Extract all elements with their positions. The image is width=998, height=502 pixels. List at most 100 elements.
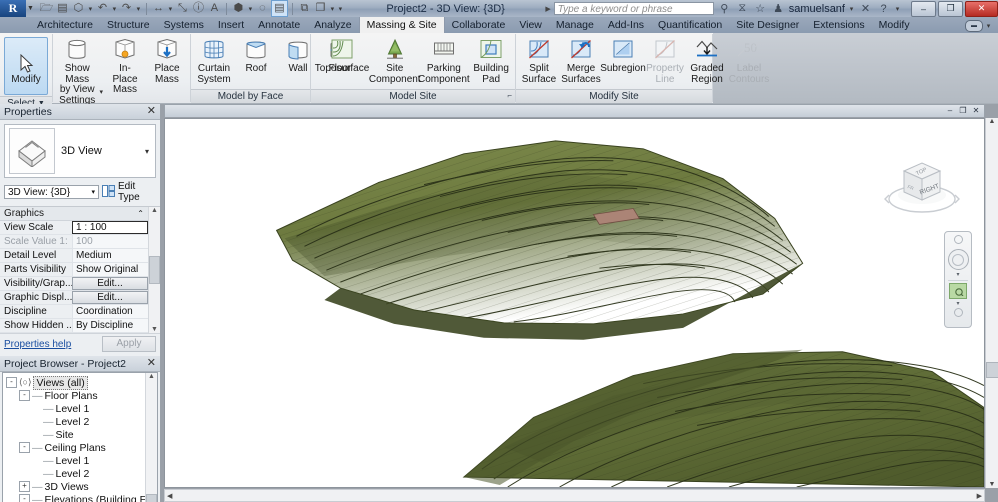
tab-collaborate[interactable]: Collaborate: [445, 18, 513, 33]
tab-manage[interactable]: Manage: [549, 18, 601, 33]
infocenter-expand-icon[interactable]: ▶: [545, 5, 550, 13]
switch-windows-dropdown-icon[interactable]: ▾: [329, 5, 336, 13]
tab-view[interactable]: View: [512, 18, 549, 33]
tab-extensions[interactable]: Extensions: [806, 18, 871, 33]
view-horizontal-scrollbar[interactable]: ◀ ▶: [164, 489, 985, 502]
navigation-bar[interactable]: ▾ ▾: [944, 231, 972, 328]
property-value[interactable]: Medium: [72, 249, 148, 262]
account-dropdown-icon[interactable]: ▾: [848, 5, 855, 13]
tab-structure[interactable]: Structure: [100, 18, 157, 33]
section-icon[interactable]: ◌: [255, 1, 270, 16]
tree-node-ceiling-level-1[interactable]: — Level 1: [6, 454, 157, 467]
measure-dropdown-icon[interactable]: ▾: [167, 5, 174, 13]
close-button[interactable]: ✕: [965, 0, 998, 17]
communication-center-icon[interactable]: ⧖: [735, 2, 750, 15]
tree-node-floor-level-1[interactable]: — Level 1: [6, 402, 157, 415]
view-minimize-button[interactable]: –: [945, 107, 955, 115]
steering-wheel-dropdown-icon[interactable]: ▾: [956, 271, 959, 278]
tab-insert[interactable]: Insert: [211, 18, 251, 33]
properties-help-link[interactable]: Properties help: [4, 339, 71, 350]
view-restore-button[interactable]: ❐: [958, 107, 968, 115]
tree-node-elevations[interactable]: - — Elevations (Building Elevation: [6, 493, 157, 502]
view-cube[interactable]: TOP RIGHT FR: [882, 145, 962, 223]
tree-toggle-icon[interactable]: +: [19, 481, 30, 492]
lower-toposurface[interactable]: [462, 349, 984, 487]
chevron-down-icon[interactable]: ▾: [145, 147, 151, 156]
restore-button[interactable]: ❐: [938, 0, 963, 17]
place-mass-button[interactable]: Place Mass: [146, 36, 188, 85]
properties-group-header[interactable]: Graphics ⌃: [0, 207, 148, 221]
tree-toggle-icon[interactable]: -: [19, 442, 30, 453]
close-icon[interactable]: ✕: [147, 106, 156, 117]
tree-node-3d-views[interactable]: + — 3D Views: [6, 480, 157, 493]
scroll-up-icon[interactable]: ▲: [148, 373, 155, 380]
tab-analyze[interactable]: Analyze: [307, 18, 358, 33]
scrollbar-thumb[interactable]: [985, 362, 998, 378]
aligned-dimension-icon[interactable]: ⤡: [175, 1, 190, 16]
view-type-combo[interactable]: 3D View: {3D} ▾: [4, 185, 99, 199]
property-value[interactable]: By Discipline: [72, 319, 148, 332]
tab-annotate[interactable]: Annotate: [251, 18, 307, 33]
zoom-dropdown-icon[interactable]: ▾: [956, 300, 959, 307]
scrollbar-thumb[interactable]: [146, 494, 157, 502]
tree-toggle-icon[interactable]: -: [19, 494, 30, 502]
tree-node-ceiling-level-2[interactable]: — Level 2: [6, 467, 157, 480]
apply-button[interactable]: Apply: [102, 336, 156, 352]
scroll-left-icon[interactable]: ◀: [165, 492, 172, 500]
parking-component-button[interactable]: Parking Component: [418, 36, 470, 85]
minimize-button[interactable]: –: [911, 0, 936, 17]
site-component-button[interactable]: Site Component: [369, 36, 421, 85]
close-icon[interactable]: ✕: [147, 358, 156, 369]
project-browser-scrollbar[interactable]: ▲ ▼: [145, 373, 157, 502]
tab-architecture[interactable]: Architecture: [30, 18, 100, 33]
property-value[interactable]: Show Original: [72, 263, 148, 276]
scroll-down-icon[interactable]: ▼: [151, 326, 158, 333]
curtain-system-button[interactable]: Curtain System: [193, 36, 235, 85]
open-icon[interactable]: 🗁: [39, 1, 54, 16]
chevron-down-icon[interactable]: ▾: [91, 188, 95, 196]
property-value[interactable]: 1 : 100: [72, 221, 148, 234]
ribbon-display-options[interactable]: ▬ ▾: [965, 18, 998, 33]
scroll-down-icon[interactable]: ▼: [989, 481, 996, 488]
view-vertical-scrollbar[interactable]: ▲ ▼: [985, 118, 998, 488]
property-value-edit-button[interactable]: Edit...: [72, 291, 148, 304]
tab-quantification[interactable]: Quantification: [651, 18, 729, 33]
tree-toggle-icon[interactable]: -: [19, 390, 30, 401]
username-label[interactable]: samuelsanf: [789, 3, 845, 15]
tree-node-site[interactable]: — Site: [6, 428, 157, 441]
qat-overflow-icon[interactable]: ▾: [337, 5, 344, 13]
tree-toggle-icon[interactable]: -: [6, 377, 17, 388]
help-dropdown-icon[interactable]: ▾: [894, 5, 901, 13]
autodesk-exchange-icon[interactable]: ✕: [858, 2, 873, 15]
property-row-show-hidden-lines[interactable]: Show Hidden ... By Discipline: [0, 319, 148, 333]
merge-surfaces-button[interactable]: Merge Surfaces: [560, 36, 602, 85]
text-icon[interactable]: A: [207, 1, 222, 16]
navbar-grip-icon[interactable]: [953, 235, 963, 244]
favorites-star-icon[interactable]: ☆: [753, 2, 768, 15]
ribbon-state-dropdown-icon[interactable]: ▾: [985, 22, 992, 30]
thin-lines-icon[interactable]: ▤: [270, 0, 288, 17]
split-surface-button[interactable]: Split Surface: [518, 36, 560, 85]
property-row-detail-level[interactable]: Detail Level Medium: [0, 249, 148, 263]
close-hidden-windows-icon[interactable]: ⧉: [297, 1, 312, 16]
scroll-up-icon[interactable]: ▲: [151, 207, 158, 214]
3d-view-dropdown-icon[interactable]: ▾: [247, 5, 254, 13]
building-pad-button[interactable]: Building Pad: [469, 36, 513, 85]
tab-add-ins[interactable]: Add-Ins: [601, 18, 651, 33]
tab-site-designer[interactable]: Site Designer: [729, 18, 806, 33]
property-row-graphic-display[interactable]: Graphic Displ... Edit...: [0, 291, 148, 305]
label-contours-button[interactable]: 50 Label Contours: [728, 36, 770, 85]
navbar-bottom-grip-icon[interactable]: [953, 308, 963, 317]
property-row-view-scale[interactable]: View Scale 1 : 100: [0, 221, 148, 235]
switch-windows-icon[interactable]: ❐: [313, 1, 328, 16]
show-mass-by-view-settings-button[interactable]: Show Mass by View Settings: [55, 36, 99, 106]
zoom-region-icon[interactable]: [949, 283, 967, 299]
redo-dropdown-icon[interactable]: ▾: [135, 5, 142, 13]
tab-modify[interactable]: Modify: [872, 18, 917, 33]
scroll-up-icon[interactable]: ▲: [989, 118, 996, 125]
property-line-button[interactable]: Property Line: [644, 36, 686, 85]
property-value[interactable]: Coordination: [72, 305, 148, 318]
collapse-icon[interactable]: ⌃: [137, 209, 144, 218]
undo-dropdown-icon[interactable]: ▾: [111, 5, 118, 13]
tab-systems[interactable]: Systems: [157, 18, 211, 33]
